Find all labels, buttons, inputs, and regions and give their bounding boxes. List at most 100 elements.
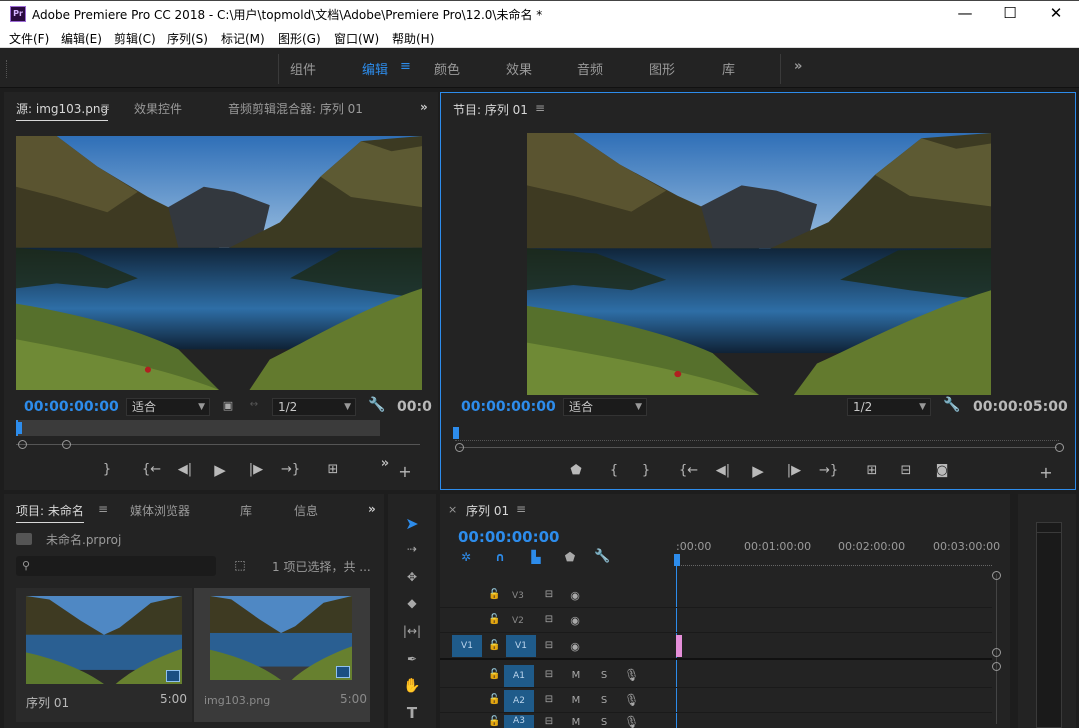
- panel-more-button[interactable]: »: [368, 502, 376, 516]
- sync-lock-icon[interactable]: ⊟: [542, 589, 556, 600]
- workspace-effects[interactable]: 效果: [506, 59, 532, 78]
- track-label-v1[interactable]: V1: [506, 635, 536, 657]
- track-label-v3[interactable]: V3: [512, 591, 524, 601]
- source-fit-select[interactable]: 适合 ▼: [126, 398, 210, 416]
- type-tool-icon[interactable]: T: [402, 704, 422, 722]
- slip-tool-icon[interactable]: |↔|: [402, 624, 422, 638]
- lock-icon[interactable]: 🔓: [488, 716, 500, 727]
- scroll-handle[interactable]: [992, 648, 1001, 657]
- tab-media-browser[interactable]: 媒体浏览器: [130, 502, 190, 519]
- workspace-assembly[interactable]: 组件: [290, 59, 316, 78]
- program-time-ruler[interactable]: [455, 427, 1059, 441]
- tab-menu-icon[interactable]: ≡: [535, 101, 545, 115]
- pen-tool-icon[interactable]: ✒: [402, 652, 422, 666]
- lock-icon[interactable]: 🔓: [488, 589, 500, 600]
- camera-icon[interactable]: ◙: [933, 463, 951, 478]
- play-button[interactable]: ▶: [749, 462, 767, 480]
- insert-button[interactable]: ⊞: [322, 462, 344, 477]
- source-resolution-select[interactable]: 1/2 ▼: [272, 398, 356, 416]
- source-patch-v1[interactable]: V1: [452, 635, 482, 657]
- microphone-icon[interactable]: 🎙: [624, 715, 639, 728]
- extract-button[interactable]: ⊟: [895, 463, 917, 478]
- menu-clip[interactable]: 剪辑(C): [114, 30, 156, 47]
- menu-edit[interactable]: 编辑(E): [61, 30, 102, 47]
- mark-in-button[interactable]: {: [605, 463, 623, 478]
- time-ruler[interactable]: [676, 556, 992, 566]
- solo-button[interactable]: S: [598, 717, 610, 728]
- program-timecode[interactable]: 00:00:00:00: [461, 399, 556, 415]
- tab-menu-icon[interactable]: ≡: [516, 502, 526, 516]
- menu-marker[interactable]: 标记(M): [221, 30, 265, 47]
- workspace-color[interactable]: 颜色: [434, 59, 460, 78]
- sync-lock-icon[interactable]: ⊟: [542, 640, 556, 651]
- snap-icon[interactable]: ∩: [492, 550, 508, 564]
- workspace-menu-icon[interactable]: ≡: [400, 59, 411, 74]
- workspace-audio[interactable]: 音频: [577, 59, 603, 78]
- add-button[interactable]: +: [1037, 463, 1055, 482]
- tab-effect-controls[interactable]: 效果控件: [134, 100, 182, 117]
- mute-button[interactable]: M: [570, 695, 582, 706]
- mute-button[interactable]: M: [570, 717, 582, 728]
- wrench-icon[interactable]: 🔧: [943, 397, 960, 413]
- hand-tool-icon[interactable]: ✋: [402, 678, 422, 694]
- step-forward-button[interactable]: |▶: [785, 463, 803, 478]
- tab-project[interactable]: 项目: 未命名: [16, 502, 84, 523]
- playhead[interactable]: [453, 427, 459, 439]
- solo-button[interactable]: S: [598, 695, 610, 706]
- filmstrip-icon[interactable]: ▣: [220, 399, 236, 412]
- lock-icon[interactable]: 🔓: [488, 694, 500, 705]
- step-forward-button[interactable]: |▶: [247, 462, 265, 477]
- tab-info[interactable]: 信息: [294, 502, 318, 519]
- razor-tool-icon[interactable]: ◆: [402, 596, 422, 610]
- microphone-icon[interactable]: 🎙: [624, 693, 639, 707]
- tab-audio-clip-mixer[interactable]: 音频剪辑混合器: 序列 01: [228, 100, 363, 117]
- timeline-timecode[interactable]: 00:00:00:00: [458, 528, 560, 546]
- workspace-graphics[interactable]: 图形: [649, 59, 675, 78]
- eye-icon[interactable]: ◉: [568, 640, 582, 653]
- minimize-button[interactable]: —: [950, 3, 980, 25]
- microphone-icon[interactable]: 🎙: [624, 668, 639, 682]
- lock-icon[interactable]: 🔓: [488, 614, 500, 625]
- ripple-edit-tool-icon[interactable]: ✥: [402, 570, 422, 584]
- project-item-sequence[interactable]: 序列 01 5:00: [16, 588, 192, 722]
- close-tab-icon[interactable]: ×: [448, 503, 457, 516]
- program-resolution-select[interactable]: 1/2 ▼: [847, 398, 931, 416]
- panel-more-button[interactable]: »: [420, 100, 428, 114]
- maximize-button[interactable]: ☐: [995, 3, 1025, 25]
- tab-menu-icon[interactable]: ≡: [98, 502, 108, 516]
- step-back-button[interactable]: ◀|: [176, 462, 194, 477]
- mark-out-button[interactable]: }: [637, 463, 655, 478]
- menu-sequence[interactable]: 序列(S): [167, 30, 208, 47]
- project-item-image[interactable]: img103.png 5:00: [194, 588, 370, 722]
- workspace-editing[interactable]: 编辑: [362, 59, 388, 78]
- zoom-handle-left[interactable]: [18, 440, 27, 449]
- track-label-a1[interactable]: A1: [504, 665, 534, 687]
- add-button[interactable]: +: [396, 462, 414, 481]
- mark-out-button[interactable]: }: [98, 462, 116, 477]
- zoom-scrollbar[interactable]: [459, 447, 1057, 448]
- sync-lock-icon[interactable]: ⊟: [542, 694, 556, 705]
- new-bin-icon[interactable]: ⬚: [232, 558, 248, 572]
- wrench-icon[interactable]: 🔧: [368, 397, 385, 413]
- add-marker-icon[interactable]: ⬟: [562, 550, 578, 564]
- drag-grip[interactable]: [6, 60, 9, 78]
- go-to-out-button[interactable]: →}: [819, 463, 838, 478]
- video-clip[interactable]: [676, 635, 682, 657]
- playhead[interactable]: [16, 422, 22, 434]
- menu-graphics[interactable]: 图形(G): [278, 30, 321, 47]
- go-to-out-button[interactable]: →}: [281, 462, 300, 477]
- tab-source[interactable]: 源: img103.png: [16, 100, 109, 121]
- selection-tool-icon[interactable]: ➤: [402, 514, 422, 533]
- lift-button[interactable]: ⊞: [861, 463, 883, 478]
- go-to-in-button[interactable]: {←: [679, 463, 698, 478]
- tab-sequence[interactable]: 序列 01: [466, 502, 509, 519]
- track-select-tool-icon[interactable]: ⇢: [402, 542, 422, 556]
- program-fit-select[interactable]: 适合 ▼: [563, 398, 647, 416]
- solo-button[interactable]: S: [598, 670, 610, 681]
- lock-icon[interactable]: 🔓: [488, 640, 500, 651]
- workspace-more-button[interactable]: »: [794, 59, 802, 74]
- wrench-icon[interactable]: 🔧: [594, 549, 610, 564]
- go-to-in-button[interactable]: {←: [142, 462, 161, 477]
- playhead[interactable]: [674, 554, 680, 566]
- menu-window[interactable]: 窗口(W): [334, 30, 379, 47]
